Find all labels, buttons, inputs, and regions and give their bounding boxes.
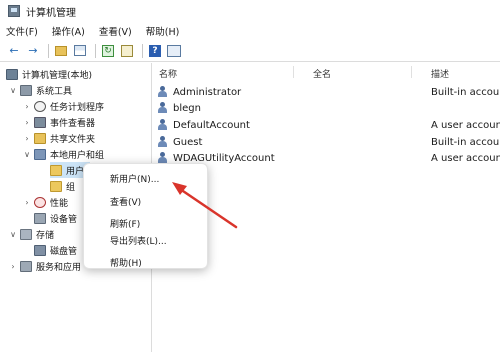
tree-item-services-apps[interactable]: › 服务和应用 (8, 258, 81, 274)
table-row[interactable]: blegn (157, 100, 500, 116)
tree-item-label: 计算机管理(本地) (22, 70, 93, 81)
chevron-down-icon[interactable]: ∨ (22, 150, 32, 159)
user-description: Built-in account (431, 136, 500, 148)
toolbar-separator (142, 43, 143, 58)
chevron-right-icon[interactable]: › (22, 118, 32, 127)
tree-item-label: 共享文件夹 (50, 134, 96, 145)
tree-item-label: 组 (66, 182, 76, 193)
column-header-description[interactable]: 描述 (431, 67, 449, 80)
table-row[interactable]: Guest Built-in account (157, 134, 500, 150)
event-viewer-icon (34, 116, 46, 128)
clock-icon (34, 100, 46, 112)
user-name: DefaultAccount (173, 119, 250, 131)
chevron-right-icon[interactable]: › (22, 102, 32, 111)
tree-item-groups[interactable]: 组 (50, 178, 75, 194)
user-name: Guest (173, 136, 203, 148)
chevron-down-icon[interactable]: ∨ (8, 86, 18, 95)
computer-management-icon (8, 5, 20, 17)
disk-icon (34, 244, 46, 256)
show-console-tree-icon[interactable] (72, 43, 88, 59)
tree-item-label: 事件查看器 (50, 118, 96, 129)
tree-item-root[interactable]: 计算机管理(本地) (6, 66, 92, 82)
title-bar: 计算机管理 (0, 0, 500, 22)
tree-item-shared-folders[interactable]: › 共享文件夹 (22, 130, 95, 146)
user-description: Built-in account (431, 86, 500, 98)
export-list-icon[interactable] (119, 43, 135, 59)
tree-item-label: 任务计划程序 (50, 102, 105, 113)
back-arrow-icon[interactable]: ← (6, 43, 22, 59)
table-row[interactable]: WDAGUtilityAccount A user account (157, 150, 500, 166)
forward-arrow-icon[interactable]: → (25, 43, 41, 59)
user-icon (157, 136, 168, 148)
shared-folder-icon (34, 132, 46, 144)
tree-item-label: 性能 (50, 198, 69, 209)
user-icon (157, 119, 168, 131)
table-row[interactable]: Administrator Built-in account (157, 84, 500, 100)
services-icon (20, 260, 32, 272)
menu-bar: 文件(F) 操作(A) 查看(V) 帮助(H) (0, 22, 500, 40)
toolbar-separator (48, 43, 49, 58)
device-manager-icon (34, 212, 46, 224)
tree-item-disk-management[interactable]: 磁盘管 (34, 242, 77, 258)
tree-item-event-viewer[interactable]: › 事件查看器 (22, 114, 95, 130)
column-header-fullname[interactable]: 全名 (313, 67, 331, 80)
folder-icon (50, 180, 62, 192)
chevron-down-icon[interactable]: ∨ (8, 230, 18, 239)
tree-item-system-tools[interactable]: ∨ 系统工具 (8, 82, 72, 98)
menu-view[interactable]: 查看(V) (99, 24, 132, 38)
tree-item-label: 系统工具 (36, 86, 73, 97)
table-row[interactable]: DefaultAccount A user account (157, 117, 500, 133)
column-header-name[interactable]: 名称 (159, 67, 177, 80)
chevron-right-icon[interactable]: › (8, 262, 18, 271)
tree-item-label: 本地用户和组 (50, 150, 105, 161)
menu-item-refresh[interactable]: 刷新(F) (110, 217, 140, 230)
menu-item-new-user[interactable]: 新用户(N)... (110, 172, 159, 185)
tree-item-label: 用户 (66, 166, 85, 177)
refresh-icon[interactable]: ↻ (100, 43, 116, 59)
user-name: WDAGUtilityAccount (173, 152, 275, 164)
menu-help[interactable]: 帮助(H) (146, 24, 180, 38)
tree-item-device-manager[interactable]: 设备管 (34, 210, 77, 226)
toolbar: ← → ↻ ? (0, 40, 500, 62)
tree-item-storage[interactable]: ∨ 存储 (8, 226, 54, 242)
system-tools-icon (20, 84, 32, 96)
tree-item-label: 磁盘管 (50, 246, 78, 257)
performance-icon (34, 196, 46, 208)
chevron-right-icon[interactable]: › (22, 198, 32, 207)
user-description: A user account (431, 119, 500, 131)
help-icon[interactable]: ? (147, 43, 163, 59)
tree-item-performance[interactable]: › 性能 (22, 194, 68, 210)
folder-icon (50, 164, 62, 176)
tree-item-local-users-groups[interactable]: ∨ 本地用户和组 (22, 146, 104, 162)
user-description: A user account (431, 152, 500, 164)
show-action-pane-icon[interactable] (166, 43, 182, 59)
menu-item-view[interactable]: 查看(V) (110, 195, 141, 208)
storage-icon (20, 228, 32, 240)
context-menu: 新用户(N)... 查看(V) 刷新(F) 导出列表(L)... 帮助(H) (83, 163, 208, 269)
tree-item-label: 服务和应用 (36, 262, 82, 273)
user-name: blegn (173, 102, 201, 114)
computer-icon (6, 68, 18, 80)
up-folder-icon[interactable] (53, 43, 69, 59)
tree-item-task-scheduler[interactable]: › 任务计划程序 (22, 98, 104, 114)
toolbar-separator (95, 43, 96, 58)
tree-item-label: 存储 (36, 230, 55, 241)
user-icon (157, 86, 168, 98)
menu-action[interactable]: 操作(A) (52, 24, 85, 38)
menu-item-export-list[interactable]: 导出列表(L)... (110, 234, 167, 247)
users-groups-icon (34, 148, 46, 160)
user-icon (157, 102, 168, 114)
menu-file[interactable]: 文件(F) (6, 24, 38, 38)
user-name: Administrator (173, 86, 242, 98)
window-title: 计算机管理 (26, 7, 76, 19)
menu-item-help[interactable]: 帮助(H) (110, 256, 142, 269)
column-separator[interactable] (293, 66, 294, 78)
column-separator[interactable] (411, 66, 412, 78)
chevron-right-icon[interactable]: › (22, 134, 32, 143)
tree-item-label: 设备管 (50, 214, 78, 225)
